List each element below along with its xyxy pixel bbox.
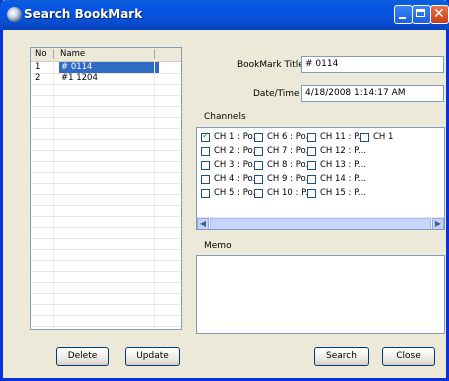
channel-checkbox[interactable] (254, 189, 263, 198)
update-button[interactable]: Update (125, 347, 180, 366)
channel-checkbox[interactable] (307, 161, 316, 170)
globe-icon (7, 7, 22, 22)
channel-checkbox[interactable] (307, 189, 316, 198)
grid-line (53, 61, 54, 329)
title-bar[interactable]: Search BookMark ✕ (0, 0, 449, 30)
channel-label: CH 13 : P... (320, 160, 367, 170)
grid-line (154, 61, 155, 329)
channel-checkbox[interactable] (201, 147, 210, 156)
list-header: No Name (31, 48, 181, 62)
bookmark-title-input[interactable]: # 0114 (301, 56, 444, 73)
horizontal-scrollbar[interactable]: ◀ ▶ (197, 217, 444, 229)
search-button[interactable]: Search (314, 347, 369, 366)
scroll-right-icon[interactable]: ▶ (432, 218, 444, 229)
channels-list[interactable]: CH 1 : Po...CH 2 : Po...CH 3 : Po...CH 4… (196, 127, 445, 230)
channel-checkbox[interactable] (201, 161, 210, 170)
close-window-button[interactable]: ✕ (430, 5, 449, 24)
channel-checkbox[interactable] (307, 147, 316, 156)
channel-checkbox[interactable] (307, 175, 316, 184)
close-icon: ✕ (433, 6, 445, 22)
delete-button[interactable]: Delete (56, 347, 109, 366)
channel-checkbox[interactable] (254, 147, 263, 156)
row-name: # 0114 (59, 62, 159, 73)
scroll-thumb[interactable] (210, 218, 431, 229)
column-header-name[interactable]: Name (60, 49, 85, 59)
minimize-button[interactable] (394, 5, 413, 24)
column-divider[interactable] (154, 49, 155, 59)
memo-label: Memo (204, 241, 232, 251)
channels-label: Channels (204, 112, 246, 122)
channel-checkbox[interactable] (360, 133, 369, 142)
maximize-icon (416, 9, 425, 17)
window-title: Search BookMark (24, 7, 143, 21)
channel-checkbox[interactable] (201, 175, 210, 184)
row-number: 1 (35, 62, 41, 72)
channel-checkbox[interactable] (254, 161, 263, 170)
bookmark-list[interactable]: No Name 1 # 0114 2 #1 1204 (30, 47, 182, 330)
maximize-button[interactable] (412, 5, 431, 24)
channel-label: CH 14 : P... (320, 174, 367, 184)
memo-textarea[interactable] (196, 255, 445, 334)
search-bookmark-window: Search BookMark ✕ No Name 1 # 0114 2 #1 120… (0, 0, 449, 381)
channel-label: CH 12 : P... (320, 146, 367, 156)
row-name: #1 1204 (61, 73, 98, 83)
channel-checkbox[interactable] (307, 133, 316, 142)
bookmark-title-label: BookMark Title (237, 60, 304, 70)
column-divider[interactable] (53, 49, 54, 59)
channel-checkbox[interactable] (254, 175, 263, 184)
datetime-label: Date/Time (253, 89, 300, 99)
column-header-no[interactable]: No (35, 49, 47, 59)
minimize-icon (399, 17, 406, 19)
channel-checkbox[interactable] (201, 189, 210, 198)
scroll-left-icon[interactable]: ◀ (197, 218, 209, 229)
channel-checkbox[interactable] (254, 133, 263, 142)
channel-label: CH 1 (373, 132, 394, 142)
channel-label: CH 15 : P... (320, 188, 367, 198)
datetime-input[interactable]: 4/18/2008 1:14:17 AM (301, 85, 444, 102)
channel-checkbox[interactable] (201, 131, 210, 142)
row-number: 2 (35, 73, 41, 83)
close-button[interactable]: Close (382, 347, 435, 366)
